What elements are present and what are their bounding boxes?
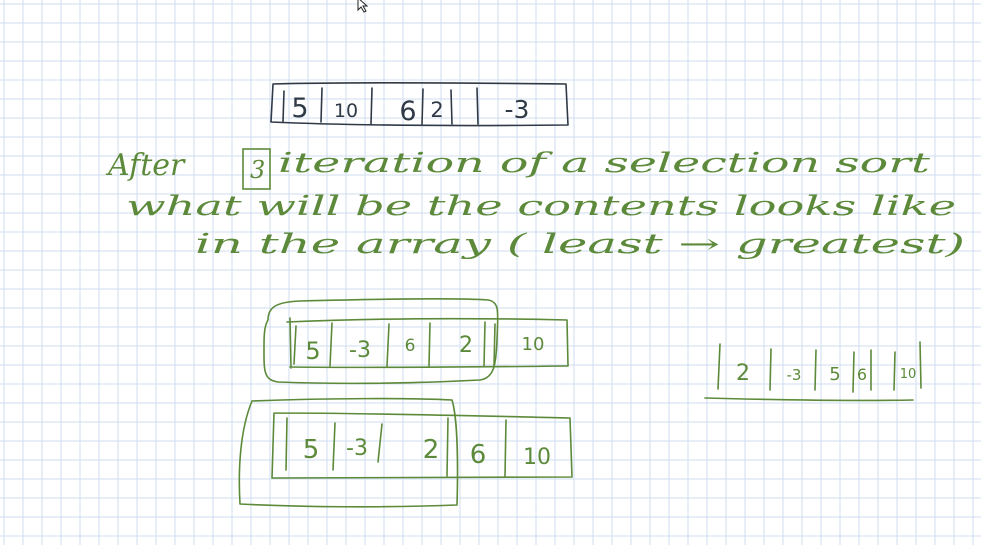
answer-cell: 6 [857, 365, 867, 384]
question-line3: in the array ( least → greatest) [195, 229, 965, 260]
original-cell: 6 [399, 96, 416, 127]
whiteboard-canvas: 5 10 6 2 -3 After 3 iteration of a selec… [0, 0, 981, 545]
answer-array: 2 -3 5 6 10 [704, 341, 922, 402]
grid-background [0, 0, 981, 545]
original-cell: 10 [334, 100, 358, 122]
iteration-2-cell: -3 [346, 436, 368, 461]
answer-cell: 5 [829, 364, 840, 385]
iteration-2-cell: 2 [423, 435, 440, 465]
iteration-2-cell: 6 [470, 440, 487, 470]
iteration-2-cell: 5 [303, 435, 320, 465]
iteration-1-cell: -3 [349, 338, 371, 363]
answer-cell: -3 [787, 366, 802, 384]
original-array-dividers [282, 87, 479, 125]
answer-cell: 2 [736, 361, 750, 386]
iteration-1-cell: 5 [305, 337, 320, 365]
iteration-1-cell: 6 [405, 336, 416, 356]
question-line1-before: After [105, 148, 186, 183]
question-line2: what will be the contents looks like [126, 191, 956, 222]
iteration-1-array: 5 -3 6 2 10 [263, 298, 569, 385]
question-text: After 3 iteration of a selection sort wh… [105, 148, 965, 260]
answer-cell: 10 [900, 367, 917, 382]
original-cell: -3 [505, 95, 530, 124]
question-line1-after: iteration of a selection sort [278, 148, 930, 179]
iteration-1-cell: 2 [459, 333, 473, 358]
original-cell: 2 [430, 98, 443, 122]
question-boxed-number: 3 [250, 156, 265, 184]
iteration-1-cell: 10 [522, 334, 545, 355]
original-array: 5 10 6 2 -3 [270, 82, 569, 127]
original-cell: 5 [291, 93, 308, 124]
iteration-2-cell: 10 [523, 445, 551, 470]
mouse-pointer-icon [357, 0, 369, 13]
